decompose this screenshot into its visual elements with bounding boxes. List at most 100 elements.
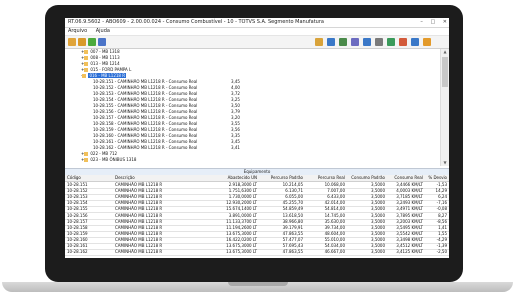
table-cell: 6.130,71 <box>285 188 303 194</box>
table-cell: 55.010,00 <box>324 236 345 242</box>
menu-bar: Arquivo Ajuda <box>65 28 449 36</box>
tree-item-label: 10-28.156 - CAMINHÃO MB L1218 R - Consum… <box>93 109 198 114</box>
folder-icon[interactable] <box>78 38 86 46</box>
table-cell: CAMINHÃO MB L1218 R <box>115 188 163 194</box>
table-cell: 3,7895 KM/LT <box>396 212 423 218</box>
tree-item[interactable]: +023 - MB ÔNIBUS 1318 <box>81 157 136 163</box>
table-cell: 12.930,2000 LT <box>226 200 257 206</box>
tree-item-label: 10-28.159 - CAMINHÃO MB L1218 R - Consum… <box>93 127 198 132</box>
table-cell: 3,4466 KM/LT <box>396 182 423 187</box>
check-icon[interactable] <box>88 38 96 46</box>
table-cell: 10-28.154 <box>67 200 88 206</box>
chart-icon[interactable] <box>315 38 323 46</box>
grid-icon[interactable] <box>351 38 359 46</box>
tree-scrollbar[interactable]: ▲ ▼ <box>440 49 449 166</box>
table-cell: 3,2003 KM/LT <box>396 218 423 224</box>
table-cell: 3.891,0000 LT <box>228 212 257 218</box>
column-header[interactable]: Consumo Real <box>387 175 423 181</box>
tree-item-label: 10-28.158 - CAMINHÃO MB L1218 R - Consum… <box>93 121 198 126</box>
table-cell: 10-28.153 <box>67 194 88 200</box>
scroll-down-icon[interactable]: ▼ <box>441 160 449 166</box>
table-cell: 3,5000 <box>371 230 385 236</box>
back-icon[interactable] <box>399 38 407 46</box>
scroll-up-icon[interactable]: ▲ <box>441 49 449 55</box>
column-header[interactable]: Consumo Padrão <box>347 175 385 181</box>
column-header[interactable]: Percurso Padrão <box>259 175 303 181</box>
tree-item-label: 10-28.151 - CAMINHÃO MB L1218 R - Consum… <box>93 79 198 84</box>
table-cell: 13.675,3000 LT <box>226 249 257 255</box>
table-cell: 47.863,55 <box>282 230 303 236</box>
table-cell: 10-28.157 <box>67 218 88 224</box>
table-cell: -1,39 <box>436 243 447 248</box>
folder-icon <box>84 68 89 72</box>
table-cell: 3,5000 <box>371 212 385 218</box>
table-cell: CAMINHÃO MB L1218 R <box>115 249 163 255</box>
tree-item-label: 023 - MB ÔNIBUS 1318 <box>90 157 137 162</box>
table-cell: 54.034,00 <box>324 243 345 248</box>
table-cell: -2,50 <box>436 249 447 255</box>
table-cell: CAMINHÃO MB L1218 R <box>115 236 163 242</box>
table-cell: 3,5542 KM/LT <box>396 230 423 236</box>
menu-arquivo[interactable]: Arquivo <box>68 28 87 34</box>
tree-item-label: 015 - FORD PAMPA L <box>90 67 132 72</box>
print-icon[interactable] <box>375 38 383 46</box>
table-cell: 2.918,3000 LT <box>228 182 257 187</box>
folder-icon <box>82 74 87 78</box>
table-row[interactable]: 10-28.162 CAMINHÃO MB L1218 R 13.675,3000 … <box>65 249 449 257</box>
table-icon[interactable] <box>339 38 347 46</box>
close-button[interactable]: ✕ <box>443 19 447 25</box>
table-cell: 39.734,00 <box>324 224 345 230</box>
folder-icon <box>84 152 89 156</box>
table-cell: 47.863,55 <box>282 249 303 255</box>
table-cell: 3,4971 KM/LT <box>396 206 423 212</box>
search-icon[interactable] <box>363 38 371 46</box>
table-cell: 3,5000 <box>371 206 385 212</box>
table-cell: 38.966,80 <box>282 218 303 224</box>
table-cell: 3,5000 <box>371 243 385 248</box>
scroll-thumb[interactable] <box>442 57 448 87</box>
funnel-icon[interactable] <box>327 38 335 46</box>
column-header[interactable]: Percurso Real <box>305 175 345 181</box>
tree-item-label: 008 - MB 1113 <box>90 55 120 60</box>
forward-icon[interactable] <box>411 38 419 46</box>
table-cell: 3,5000 <box>371 182 385 187</box>
tree-item-label: 013 - MB 1214 <box>90 61 120 66</box>
table-cell: 15.674,1400 LT <box>226 206 257 212</box>
minimize-button[interactable]: – <box>420 19 423 25</box>
tree-item-label: 10-28.153 - CAMINHÃO MB L1218 R - Consum… <box>93 91 198 96</box>
menu-ajuda[interactable]: Ajuda <box>96 28 110 34</box>
tree-item-label: 10-28.154 - CAMINHÃO MB L1218 R - Consum… <box>93 97 198 102</box>
table-cell: 3,2493 KM/LT <box>396 200 423 206</box>
table-cell: 8,27 <box>438 212 447 218</box>
window-title: RT.06.9.5602 - ABO609 - 2.00.00.024 - Co… <box>68 19 324 25</box>
table-cell: 1,41 <box>438 224 447 230</box>
table-cell: 10.068,00 <box>324 182 345 187</box>
table-cell: 54.814,00 <box>324 206 345 212</box>
info-icon[interactable] <box>423 38 431 46</box>
equipment-grid: Código Descrição Abastecido UN Percurso Pad… <box>65 175 449 257</box>
column-header[interactable]: Descrição <box>115 175 210 181</box>
table-cell: 14.745,00 <box>324 212 345 218</box>
table-cell: 3,5000 <box>371 200 385 206</box>
tree-item-value: 3,41 <box>231 145 240 150</box>
toolbar <box>65 36 449 49</box>
open-folder-icon[interactable] <box>68 38 76 46</box>
table-cell: -7,16 <box>436 200 447 206</box>
export-icon[interactable] <box>387 38 395 46</box>
folder-icon <box>84 62 89 66</box>
table-cell: 13.618,50 <box>282 212 303 218</box>
table-cell: CAMINHÃO MB L1218 R <box>115 200 163 206</box>
column-header[interactable]: Abastecido UN <box>211 175 257 181</box>
table-cell: -4,29 <box>436 236 447 242</box>
tree-item-label: 10-28.157 - CAMINHÃO MB L1218 R - Consum… <box>93 115 198 120</box>
table-cell: 6,24 <box>438 194 447 200</box>
table-cell: 3,5000 <box>371 194 385 200</box>
table-cell: 57.477,07 <box>282 236 303 242</box>
table-cell: 57.695,43 <box>282 243 303 248</box>
table-cell: 3,5495 KM/LT <box>396 224 423 230</box>
filter-icon[interactable] <box>98 38 106 46</box>
table-cell: 10-28.155 <box>67 206 88 212</box>
column-header[interactable]: Código <box>67 175 113 181</box>
column-header[interactable]: % Desvio <box>427 175 447 181</box>
maximize-button[interactable]: □ <box>430 19 435 25</box>
